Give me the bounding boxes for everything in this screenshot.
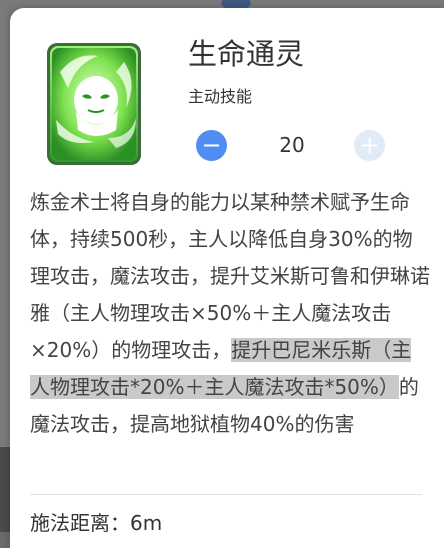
- skill-description: 炼金术士将自身的能力以某种禁术赋予生命体，持续500秒，主人以降低自身30%的物…: [30, 184, 430, 443]
- skill-type: 主动技能: [188, 87, 253, 106]
- increase-level-button[interactable]: +: [354, 130, 385, 161]
- decrease-level-button[interactable]: −: [196, 130, 227, 161]
- skill-icon: [46, 42, 141, 166]
- description-text: 炼金术士将自身的能力以某种禁术赋予生命体，持续500秒，主人以降低自身30%的物…: [30, 190, 430, 362]
- minus-icon: −: [201, 131, 222, 159]
- skill-level-value: 20: [279, 133, 305, 157]
- divider: [30, 494, 422, 495]
- level-stepper: − 20 +: [196, 130, 386, 161]
- cast-range: 施法距离：6m: [30, 511, 163, 535]
- plus-icon: +: [359, 131, 380, 159]
- skill-name: 生命通灵: [188, 37, 305, 71]
- skill-detail-card: 生命通灵 主动技能 − 20 + 炼金术士将自身的能力以某种禁术赋予生命体，持续…: [10, 8, 444, 548]
